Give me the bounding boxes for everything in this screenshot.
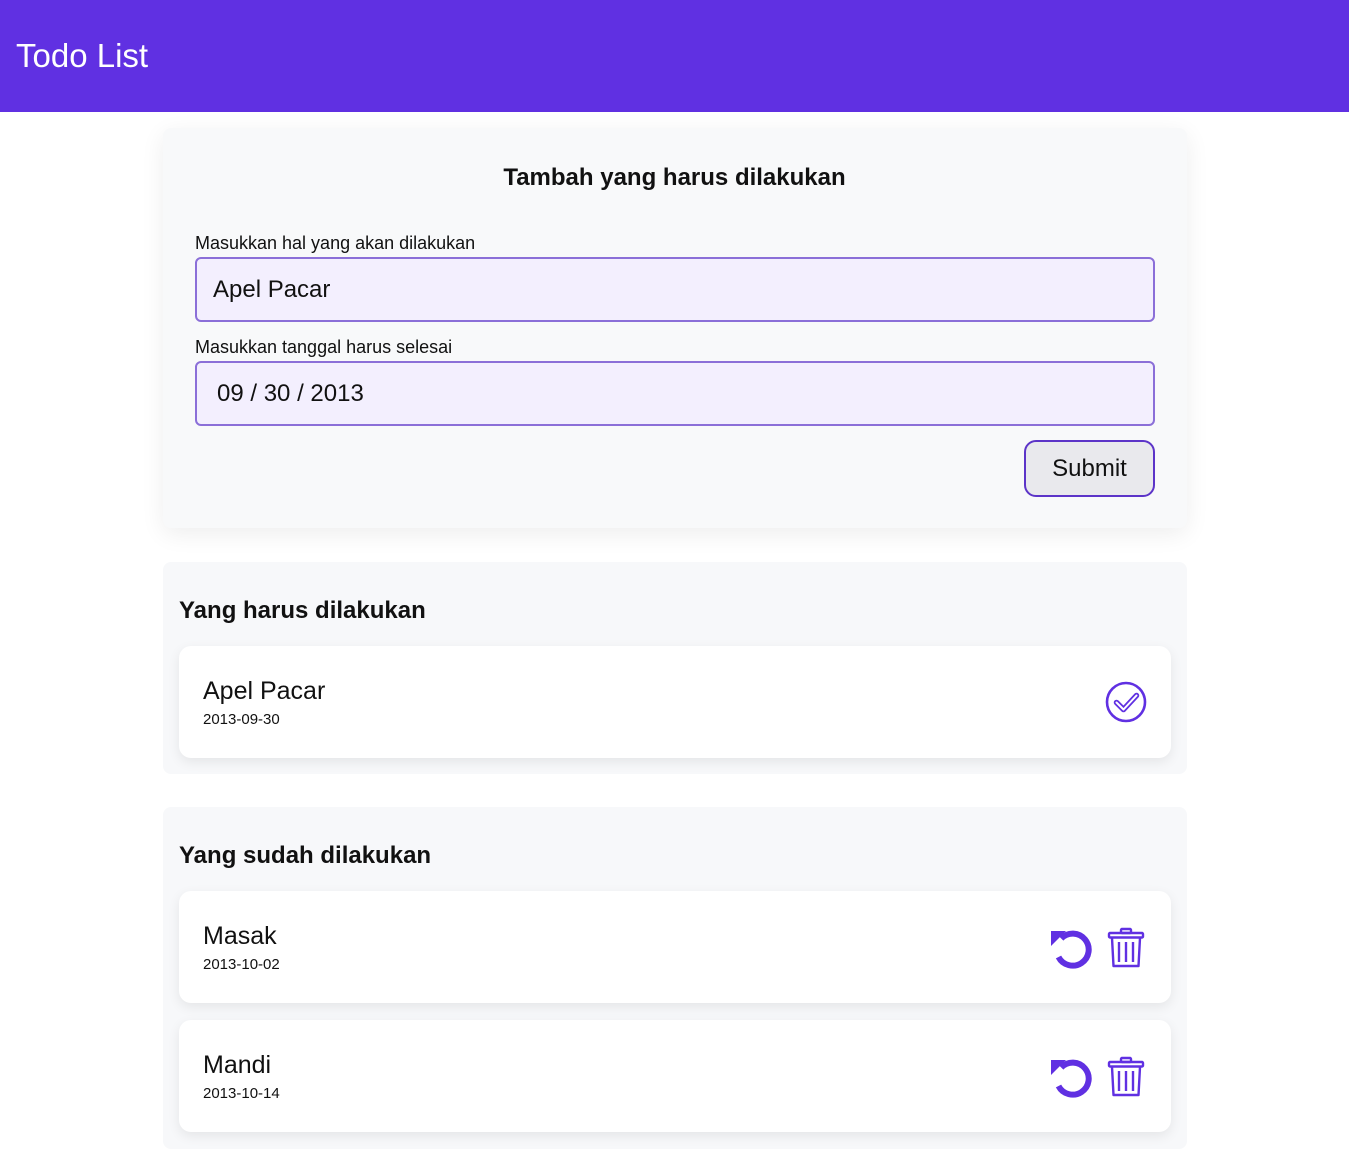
todo-name: Mandi xyxy=(203,1051,272,1079)
undo-icon[interactable] xyxy=(1048,926,1092,970)
undo-icon[interactable] xyxy=(1048,1055,1092,1099)
todo-date: 2013-10-14 xyxy=(203,1085,280,1102)
task-input[interactable]: Apel Pacar xyxy=(195,257,1155,322)
todo-section-title: Yang harus dilakukan xyxy=(179,597,426,624)
todo-section: Yang harus dilakukan Apel Pacar 2013-09-… xyxy=(163,562,1187,774)
submit-button[interactable]: Submit xyxy=(1024,440,1155,497)
todo-date: 2013-10-02 xyxy=(203,956,280,973)
todo-name: Masak xyxy=(203,922,277,950)
list-item: Mandi 2013-10-14 xyxy=(179,1020,1171,1132)
todo-name: Apel Pacar xyxy=(203,677,326,705)
todo-date: 2013-09-30 xyxy=(203,711,280,728)
trash-icon[interactable] xyxy=(1104,1055,1148,1099)
done-section: Yang sudah dilakukan Masak 2013-10-02 Ma… xyxy=(163,807,1187,1149)
trash-icon[interactable] xyxy=(1104,926,1148,970)
date-label: Masukkan tanggal harus selesai xyxy=(195,337,453,357)
app-header: Todo List xyxy=(0,0,1349,112)
list-item: Masak 2013-10-02 xyxy=(179,891,1171,1003)
app-title: Todo List xyxy=(16,37,149,74)
form-title: Tambah yang harus dilakukan xyxy=(503,164,846,191)
check-circle-icon[interactable] xyxy=(1104,680,1148,724)
list-item: Apel Pacar 2013-09-30 xyxy=(179,646,1171,758)
date-input[interactable]: 09 / 30 / 2013 xyxy=(195,361,1155,426)
done-section-title: Yang sudah dilakukan xyxy=(179,842,432,869)
task-label: Masukkan hal yang akan dilakukan xyxy=(195,233,476,253)
